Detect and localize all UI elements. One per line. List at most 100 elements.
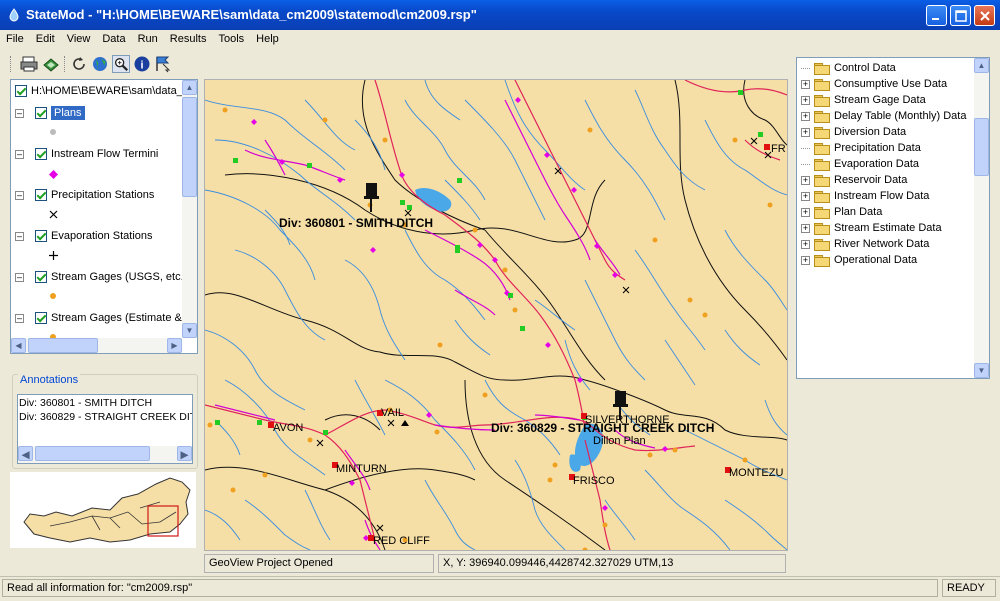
globe-icon[interactable] [91, 55, 109, 73]
menu-data[interactable]: Data [96, 30, 131, 45]
expand-icon[interactable]: + [801, 191, 810, 201]
layer-item-plans[interactable]: – Plans [15, 104, 85, 122]
collapse-icon[interactable]: – [15, 272, 24, 282]
data-tree-label: Precipitation Data [834, 142, 921, 154]
print-icon[interactable] [20, 55, 38, 73]
folder-icon [814, 158, 830, 171]
menu-help[interactable]: Help [250, 30, 285, 45]
collapse-icon[interactable]: – [15, 231, 24, 241]
data-tree-item[interactable]: + Stream Estimate Data [801, 220, 942, 236]
layer-item-stream-gages-usgs[interactable]: – Stream Gages (USGS, etc. [15, 268, 184, 286]
data-tree-item[interactable]: Evaporation Data [801, 156, 919, 172]
expand-icon[interactable]: + [801, 79, 810, 89]
data-tree-item[interactable]: + Consumptive Use Data [801, 76, 947, 92]
scroll-down-icon[interactable]: ▼ [974, 363, 989, 378]
expand-icon[interactable]: + [801, 95, 810, 105]
layer-item-precipitation[interactable]: – Precipitation Stations [15, 186, 154, 204]
close-icon [980, 11, 990, 21]
layer-checkbox[interactable] [35, 312, 47, 324]
layer-item-evaporation[interactable]: – Evaporation Stations [15, 227, 153, 245]
data-tree-item[interactable]: + River Network Data [801, 236, 929, 252]
data-tree-label: Delay Table (Monthly) Data [834, 110, 967, 122]
layer-checkbox[interactable] [35, 107, 47, 119]
layer-checkbox[interactable] [35, 189, 47, 201]
data-tree-item[interactable]: + Instream Flow Data [801, 188, 929, 204]
annotations-list[interactable]: Div: 360801 - SMITH DITCH Div: 360829 - … [17, 394, 193, 464]
data-tree-item[interactable]: + Stream Gage Data [801, 92, 926, 108]
folder-icon [814, 254, 830, 267]
maximize-icon [955, 10, 967, 22]
expand-icon[interactable]: + [801, 223, 810, 233]
app-water-drop-icon [9, 8, 19, 22]
layer-label: Precipitation Stations [51, 189, 155, 201]
zoom-icon[interactable] [112, 55, 130, 73]
data-tree-item[interactable]: + Reservoir Data [801, 172, 907, 188]
expand-icon[interactable]: + [801, 111, 810, 121]
layer-item-instream-flow[interactable]: – Instream Flow Termini [15, 145, 158, 163]
menu-view[interactable]: View [61, 30, 97, 45]
data-tree-label: Evaporation Data [834, 158, 919, 170]
status-state: READY [942, 579, 996, 597]
refresh-icon[interactable] [70, 55, 88, 73]
scroll-up-icon[interactable]: ▲ [182, 80, 197, 95]
scroll-up-icon[interactable]: ▲ [974, 58, 989, 73]
expand-icon[interactable]: + [801, 127, 810, 137]
layer-checkbox[interactable] [35, 271, 47, 283]
data-tree-vscroll[interactable]: ▲ ▼ [974, 58, 989, 378]
data-tree-item[interactable]: + Operational Data [801, 252, 917, 268]
city-label-minturn: MINTURN [336, 463, 387, 475]
collapse-icon[interactable]: – [15, 313, 24, 323]
save-image-icon[interactable] [42, 55, 60, 73]
data-tree-item[interactable]: + Diversion Data [801, 124, 906, 140]
maximize-button[interactable] [950, 5, 971, 26]
layer-checkbox[interactable] [35, 148, 47, 160]
annotation-item[interactable]: Div: 360829 - STRAIGHT CREEK DIT [18, 409, 192, 423]
scroll-thumb[interactable] [28, 338, 98, 353]
expand-icon[interactable]: + [801, 207, 810, 217]
select-flag-icon[interactable] [154, 55, 172, 73]
layer-checkbox[interactable] [35, 230, 47, 242]
menu-run[interactable]: Run [132, 30, 164, 45]
overview-map[interactable] [10, 472, 196, 548]
data-tree-item[interactable]: Precipitation Data [801, 140, 921, 156]
collapse-icon[interactable]: – [15, 108, 24, 118]
scroll-right-icon[interactable]: ▶ [167, 338, 182, 353]
menu-tools[interactable]: Tools [212, 30, 250, 45]
layer-root-row[interactable]: H:\HOME\BEWARE\sam\data_c [15, 82, 188, 100]
layer-tree-hscroll[interactable]: ◀ ▶ [11, 338, 182, 353]
layer-item-stream-gages-estimate[interactable]: – Stream Gages (Estimate & [15, 309, 182, 327]
layer-root-checkbox[interactable] [15, 85, 27, 97]
city-label-vail: VAIL [381, 407, 404, 419]
minimize-button[interactable] [926, 5, 947, 26]
folder-icon [814, 94, 830, 107]
annotation-item[interactable]: Div: 360801 - SMITH DITCH [18, 395, 192, 409]
data-tree-item[interactable]: + Delay Table (Monthly) Data [801, 108, 966, 124]
layer-tree-vscroll[interactable]: ▲ ▼ [182, 80, 197, 338]
scroll-left-icon[interactable]: ◀ [11, 338, 26, 353]
menu-results[interactable]: Results [164, 30, 213, 45]
scroll-thumb[interactable] [974, 118, 989, 176]
info-icon[interactable]: i [133, 55, 151, 73]
collapse-icon[interactable]: – [15, 149, 24, 159]
expand-icon[interactable]: + [801, 239, 810, 249]
plan-symbol-icon [50, 129, 56, 135]
data-tree-item[interactable]: + Plan Data [801, 204, 882, 220]
map-canvas[interactable]: Div: 360801 - SMITH DITCH Div: 360829 - … [204, 79, 788, 551]
layer-label: Stream Gages (Estimate & [51, 312, 182, 324]
pushpin-icon[interactable] [364, 183, 379, 212]
collapse-icon[interactable]: – [15, 190, 24, 200]
data-tree-item[interactable]: Control Data [801, 60, 896, 76]
menu-file[interactable]: File [0, 30, 30, 45]
annotations-hscroll[interactable]: ◀ ▶ [18, 446, 192, 463]
menu-edit[interactable]: Edit [30, 30, 61, 45]
folder-icon [814, 238, 830, 251]
scroll-thumb[interactable] [35, 446, 150, 461]
basin-boundaries [205, 80, 787, 550]
close-button[interactable] [974, 5, 995, 26]
expand-icon[interactable]: + [801, 255, 810, 265]
expand-icon[interactable]: + [801, 175, 810, 185]
scroll-thumb[interactable] [182, 97, 197, 197]
scroll-down-icon[interactable]: ▼ [182, 323, 197, 338]
scroll-right-icon[interactable]: ▶ [177, 446, 192, 461]
scroll-left-icon[interactable]: ◀ [18, 446, 33, 461]
